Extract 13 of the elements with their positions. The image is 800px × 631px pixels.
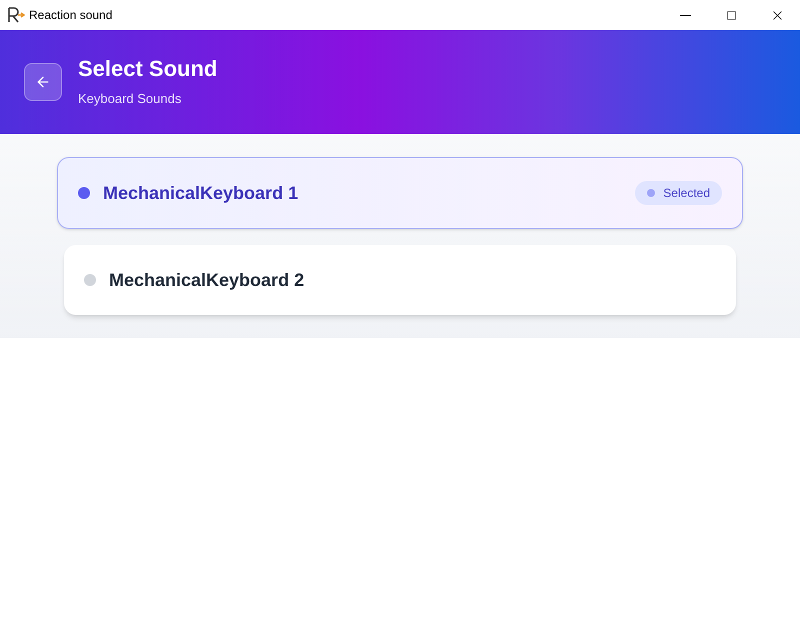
selected-badge: Selected (635, 181, 722, 205)
minimize-icon (680, 14, 690, 16)
sound-name: MechanicalKeyboard 1 (103, 182, 298, 205)
app-logo-icon (7, 7, 25, 23)
sound-item[interactable]: MechanicalKeyboard 1 Selected (57, 157, 743, 229)
sound-name: MechanicalKeyboard 2 (109, 268, 304, 292)
window-title: Reaction sound (29, 7, 112, 24)
page-subtitle: Keyboard Sounds (78, 90, 182, 108)
back-icon (35, 74, 51, 90)
back-button[interactable] (24, 63, 62, 101)
maximize-icon (726, 10, 736, 20)
sound-item[interactable]: MechanicalKeyboard 2 (64, 245, 736, 315)
page-title: Select Sound (78, 55, 218, 84)
